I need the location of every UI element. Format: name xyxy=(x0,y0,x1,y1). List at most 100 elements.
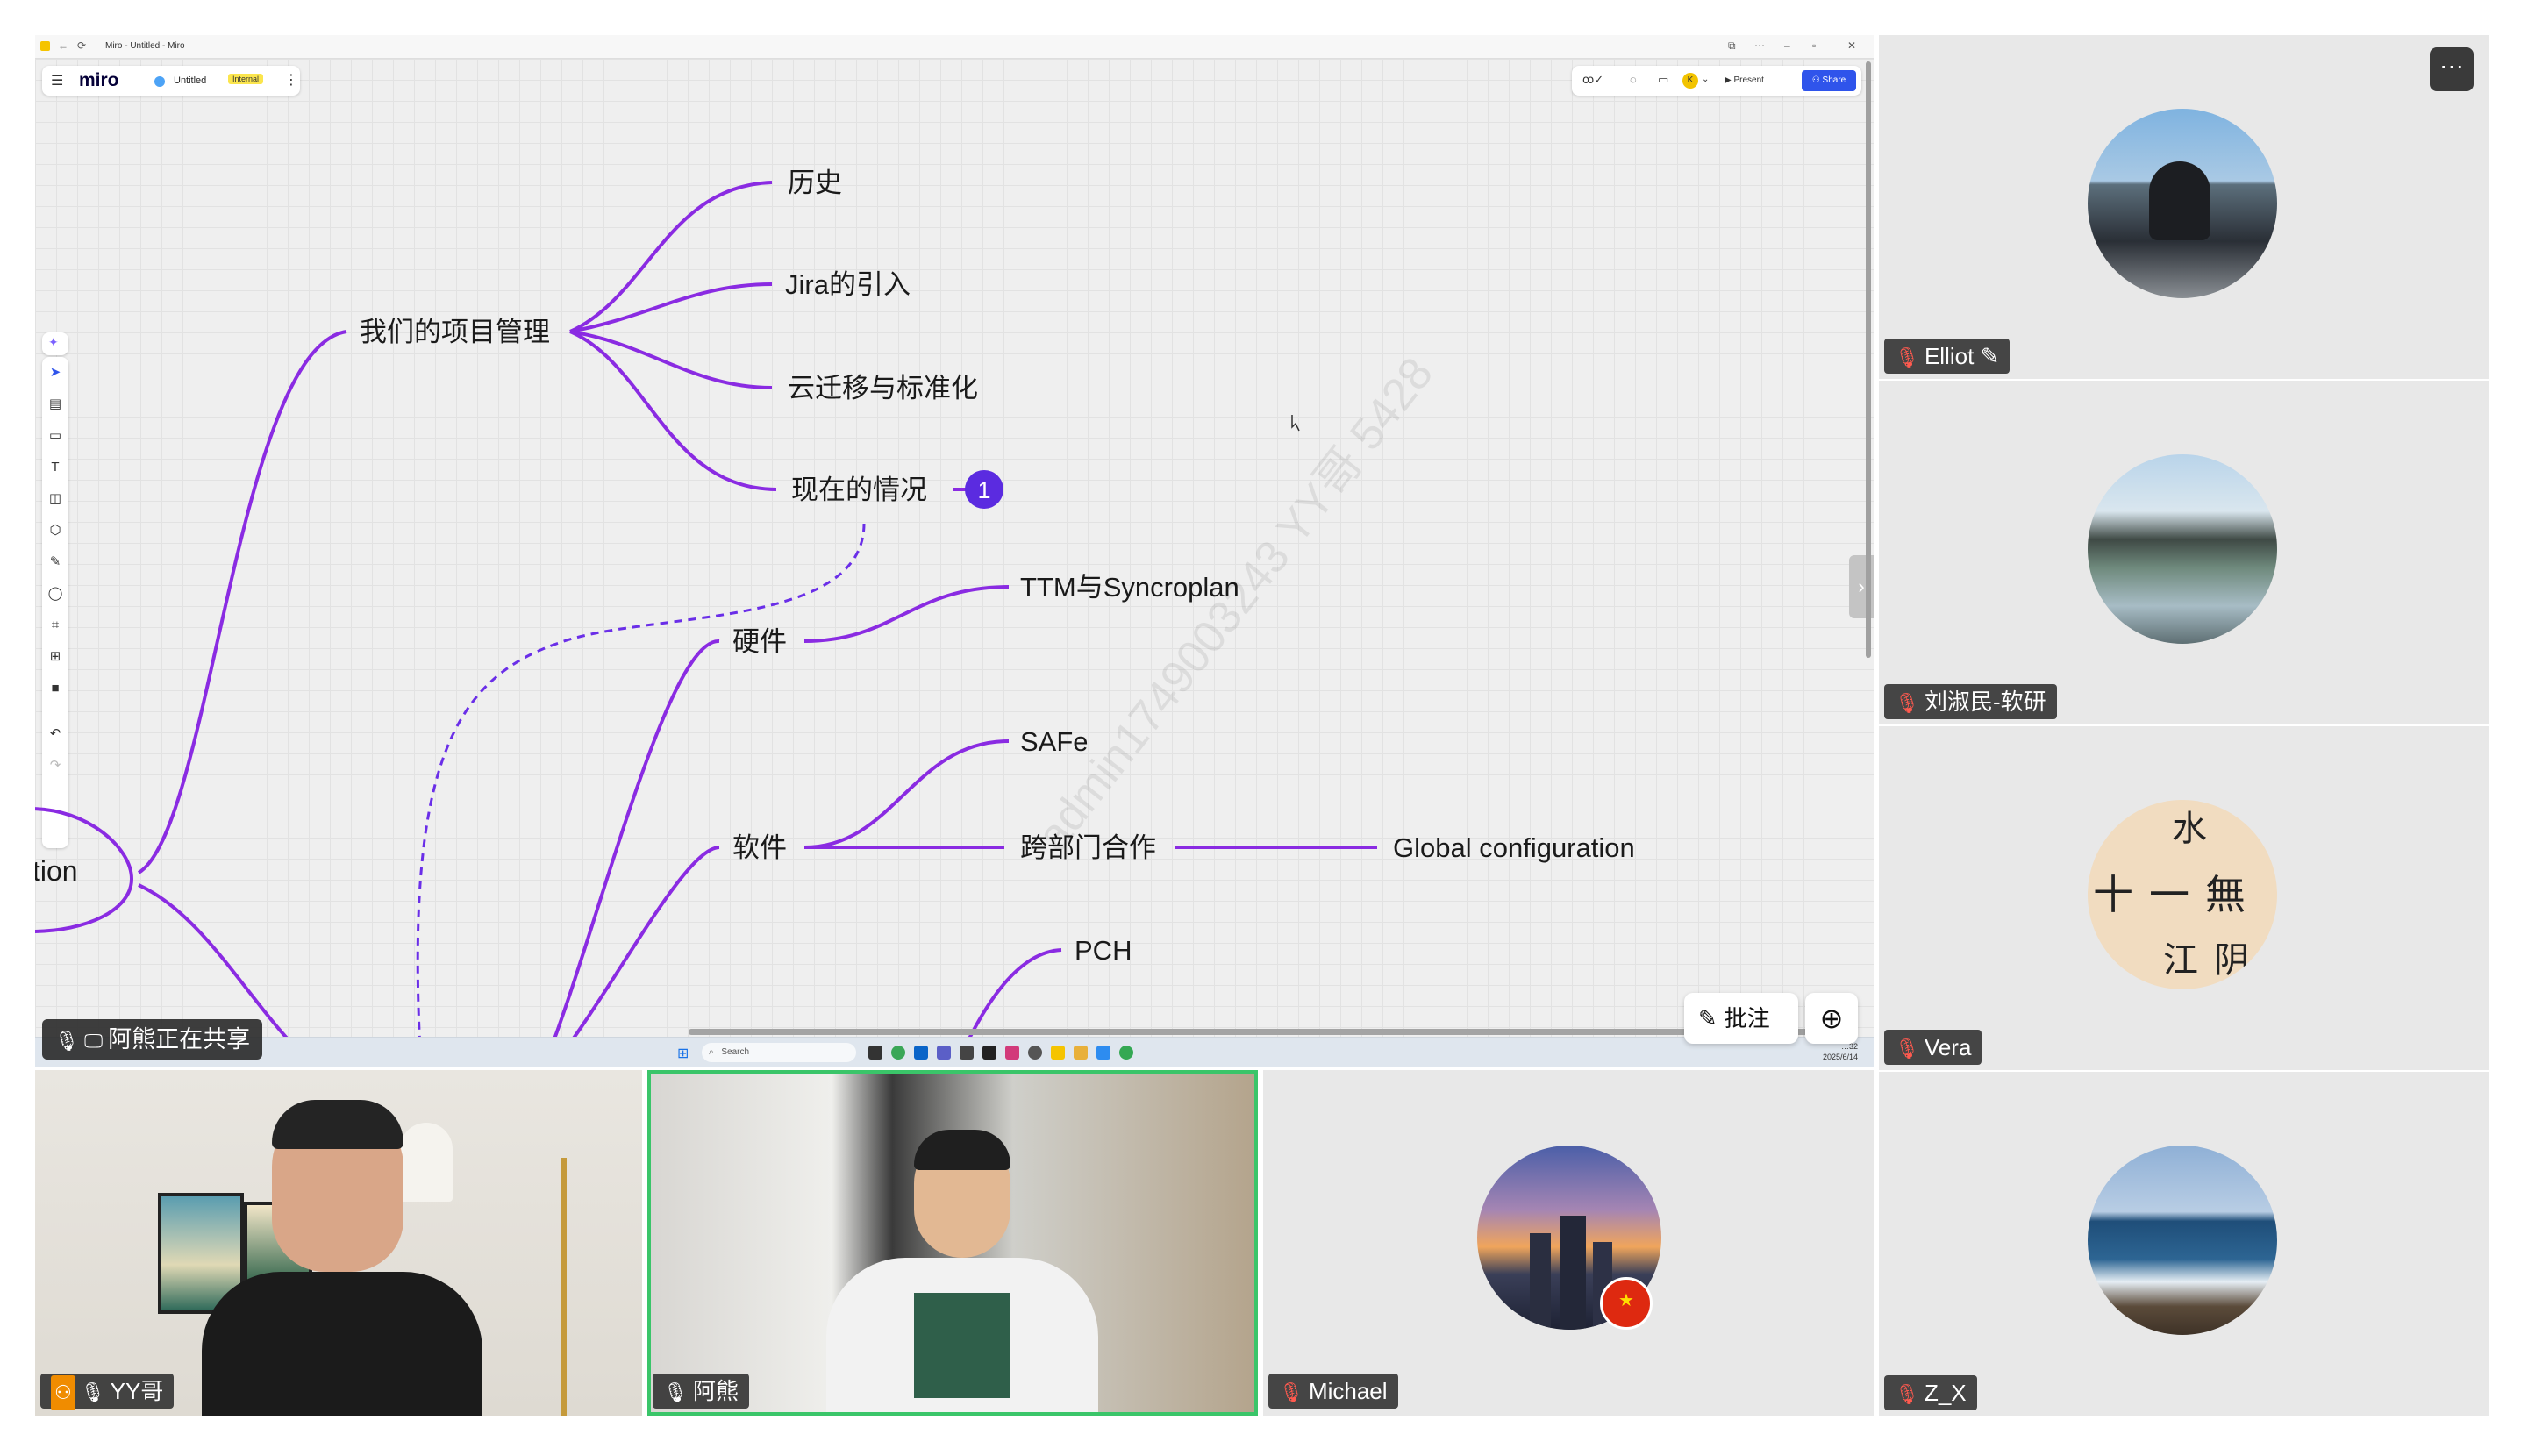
search-icon: ⌕ xyxy=(709,1047,714,1057)
openai-icon[interactable] xyxy=(1028,1046,1042,1060)
node-cloud-migration[interactable]: 云迁移与标准化 xyxy=(788,373,978,403)
participant-name-tag: 🎙 Z_X xyxy=(1884,1375,1977,1410)
participant-name-tag: 🎙 刘淑民-软研 xyxy=(1884,684,2057,719)
mic-muted-icon: 🎙 xyxy=(1895,692,1919,714)
notion-icon[interactable] xyxy=(960,1046,974,1060)
participant-name: YY哥 xyxy=(110,1378,164,1404)
clock-date: 2025/6/14 xyxy=(1822,1053,1858,1061)
miro-app-icon xyxy=(40,41,50,51)
connector-history xyxy=(569,181,773,333)
mind-map[interactable]: 1 tion 我们的项目管理 历史 Jira的引入 云迁移与标准化 现在的情况 … xyxy=(35,59,1874,1067)
connector-safe xyxy=(803,739,1010,849)
miro-taskbar-icon[interactable] xyxy=(1051,1046,1065,1060)
annotate-label: 批注 xyxy=(1724,1005,1770,1031)
task-view-icon[interactable] xyxy=(868,1046,882,1060)
screen-share-icon: 🖵 xyxy=(83,1030,104,1052)
participant-name-tag: 🎙 Michael xyxy=(1268,1374,1398,1409)
taskbar-search[interactable]: ⌕ Search xyxy=(702,1043,856,1062)
sharing-indicator: 🎙 🖵 阿熊正在共享 xyxy=(42,1019,263,1060)
participant-name: 刘淑民-软研 xyxy=(1924,689,2046,715)
node-project-management[interactable]: 我们的项目管理 xyxy=(360,317,550,347)
host-icon: ⚇ xyxy=(51,1375,75,1410)
windows-start-icon[interactable]: ⊞ xyxy=(677,1045,689,1062)
taskbar-search-label: Search xyxy=(721,1047,750,1057)
file-explorer-icon[interactable] xyxy=(1074,1046,1088,1060)
participant-name-tag: 🎙 Elliot ✎ xyxy=(1884,339,2010,374)
participant-name-tag: 🎙 阿熊 xyxy=(653,1374,749,1409)
participant-tile[interactable]: 🎙 Elliot ✎ xyxy=(1879,35,2489,379)
window-titlebar: ← ⟳ Miro - Untitled - Miro ⧉ ⋯ – ▫ ✕ xyxy=(35,35,1874,59)
miro-board-canvas[interactable]: ☰ miro Untitled Internal ⋮ ꝏ✓ ◌ ▭ K ⌄ ▶ … xyxy=(35,59,1874,1067)
calligraphy-row1: 水 xyxy=(2172,809,2207,849)
zoom-in-button[interactable]: ⊕ xyxy=(1805,993,1858,1044)
photos-icon[interactable] xyxy=(1096,1046,1110,1060)
avatar xyxy=(2088,109,2277,298)
node-software[interactable]: 软件 xyxy=(732,832,787,863)
outlook-icon[interactable] xyxy=(914,1046,928,1060)
connector-current xyxy=(569,330,777,491)
calligraphy-row2: 十一無 xyxy=(2093,871,2261,918)
participant-tile[interactable]: ★ 🎙 Michael xyxy=(1263,1070,1874,1416)
mic-muted-icon: 🎙 xyxy=(1895,346,1919,368)
dashed-link-line xyxy=(416,523,866,1067)
annotate-button[interactable]: ✎ 批注 xyxy=(1684,993,1798,1044)
node-global-configuration[interactable]: Global configuration xyxy=(1393,832,1635,863)
pencil-icon: ✎ xyxy=(1980,343,2000,369)
node-history[interactable]: 历史 xyxy=(788,168,842,198)
back-icon[interactable]: ← xyxy=(58,39,68,52)
node-pch[interactable]: PCH xyxy=(1075,935,1132,966)
vertical-scrollbar[interactable] xyxy=(1866,61,1871,658)
reload-icon[interactable]: ⟳ xyxy=(77,39,86,52)
mic-muted-icon: 🎙 xyxy=(1895,1383,1919,1405)
participant-name: Elliot xyxy=(1924,343,1975,369)
connector-hardware xyxy=(542,639,720,1067)
more-options-button[interactable]: ··· xyxy=(2430,47,2474,91)
mic-icon: 🎙 xyxy=(80,1381,105,1403)
china-flag-icon: ★ xyxy=(1600,1277,1653,1330)
person-hair xyxy=(272,1100,403,1149)
participant-tile[interactable]: ⚇ 🎙 YY哥 xyxy=(35,1070,642,1416)
participant-name: Vera xyxy=(1924,1034,1972,1060)
calligraphy-row3: 江阴 xyxy=(2163,940,2265,981)
maximize-icon[interactable]: ▫ xyxy=(1812,39,1816,52)
node-current-status[interactable]: 现在的情况 xyxy=(791,475,927,505)
comment-count[interactable]: 1 xyxy=(977,477,990,503)
app-colorful-icon[interactable] xyxy=(1005,1046,1019,1060)
app-icon[interactable] xyxy=(982,1046,996,1060)
mic-muted-icon: 🎙 xyxy=(1279,1381,1303,1403)
shirt-graphic xyxy=(914,1293,1010,1398)
minimize-icon[interactable]: – xyxy=(1784,39,1790,52)
zoom-in-icon: ⊕ xyxy=(1819,1003,1844,1034)
node-root-partial[interactable]: tion xyxy=(35,855,78,887)
participant-tile[interactable]: 🎙 刘淑民-软研 xyxy=(1879,381,2489,724)
sharing-label: 阿熊正在共享 xyxy=(108,1026,251,1053)
app-green-icon[interactable] xyxy=(1119,1046,1133,1060)
close-icon[interactable]: ✕ xyxy=(1847,39,1856,52)
mic-muted-icon: 🎙 xyxy=(1895,1038,1919,1060)
horizontal-scrollbar[interactable] xyxy=(689,1029,1855,1035)
avatar xyxy=(2088,1146,2277,1335)
extensions-icon[interactable]: ⧉ xyxy=(1728,39,1736,53)
chrome-icon[interactable] xyxy=(891,1046,905,1060)
connector-cloud xyxy=(569,330,773,389)
participant-tile[interactable]: 水 十一無 江阴 🎙 Vera xyxy=(1879,726,2489,1070)
participant-name: 阿熊 xyxy=(692,1378,739,1404)
connector-ttm xyxy=(803,585,1010,643)
floor-lamp xyxy=(400,1123,453,1202)
participant-name-tag: 🎙 Vera xyxy=(1884,1030,1982,1065)
mic-icon: 🎙 xyxy=(663,1381,688,1403)
mic-icon: 🎙 xyxy=(54,1030,79,1052)
participant-tile-active-speaker[interactable]: 🎙 阿熊 xyxy=(647,1070,1258,1416)
lamp-pole xyxy=(561,1158,567,1416)
node-hardware[interactable]: 硬件 xyxy=(732,626,787,657)
person-hair xyxy=(914,1130,1010,1170)
teams-icon[interactable] xyxy=(937,1046,951,1060)
participant-tile[interactable]: 🎙 Z_X xyxy=(1879,1072,2489,1416)
participant-name-tag: ⚇ 🎙 YY哥 xyxy=(40,1374,175,1410)
node-jira[interactable]: Jira的引入 xyxy=(785,269,911,300)
menu-dots-icon[interactable]: ⋯ xyxy=(1754,39,1765,52)
city-building xyxy=(1530,1233,1551,1330)
avatar xyxy=(2088,454,2277,644)
connector-root-project xyxy=(137,330,347,874)
taskbar-clock: …32 2025/6/14 xyxy=(1823,1041,1858,1062)
